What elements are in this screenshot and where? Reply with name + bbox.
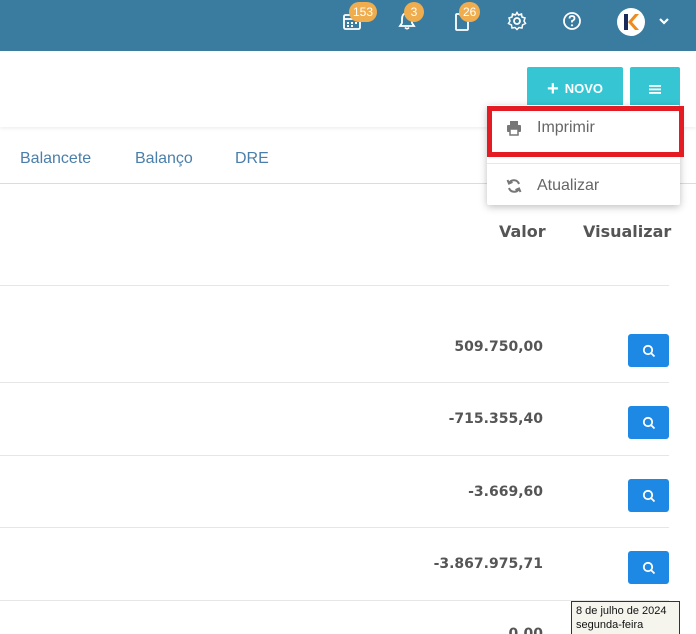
calendar-badge: 153 [349,2,378,22]
row-value: -715.355,40 [448,411,543,427]
row-value: 509.750,00 [454,339,543,355]
row-divider [0,382,669,383]
row-value: -3.669,60 [468,484,543,500]
plus-icon: + [547,77,559,100]
menu-item-atualizar[interactable]: Atualizar [487,164,680,208]
search-icon [642,416,655,429]
settings-button[interactable] [505,9,529,33]
search-icon [642,561,655,574]
column-header-valor[interactable]: Valor [499,222,546,241]
tab-balanco[interactable]: Balanço [135,150,193,168]
notifications-button[interactable]: 3 [395,2,424,33]
refresh-icon [506,179,522,193]
view-button[interactable] [628,479,669,512]
tab-balancete[interactable]: Balancete [20,150,91,168]
tooltip-date: 8 de julho de 2024 [576,605,667,617]
novo-button[interactable]: + NOVO [527,67,623,110]
avatar[interactable] [617,8,645,36]
clipboard-badge: 26 [459,2,481,22]
top-navbar: 153 3 26 [0,0,696,51]
highlight-box [487,106,684,157]
date-tooltip: 8 de julho de 2024 segunda-feira [571,601,680,634]
menu-toggle-button[interactable] [630,67,680,110]
tooltip-weekday: segunda-feira [576,619,644,631]
chevron-down-icon[interactable] [657,14,671,28]
calendar-button[interactable]: 153 [340,2,378,33]
view-button[interactable] [628,334,669,367]
tab-dre[interactable]: DRE [235,150,269,168]
view-button[interactable] [628,406,669,439]
row-value: 0,00 [508,626,543,634]
column-header-visualizar: Visualizar [583,222,672,241]
row-divider [0,527,669,528]
row-value: -3.867.975,71 [433,556,543,572]
hamburger-icon [649,84,661,94]
search-icon [642,344,655,357]
search-icon [642,489,655,502]
question-icon [563,12,581,30]
gear-icon [507,11,527,31]
row-divider [0,455,669,456]
help-button[interactable] [560,9,584,33]
company-logo-icon [624,14,639,30]
view-button[interactable] [628,551,669,584]
tasks-button[interactable]: 26 [450,2,481,33]
row-divider [0,600,669,601]
novo-label: NOVO [564,81,603,96]
header-divider [0,285,669,286]
bell-badge: 3 [404,2,424,22]
menu-item-label: Atualizar [537,177,600,194]
